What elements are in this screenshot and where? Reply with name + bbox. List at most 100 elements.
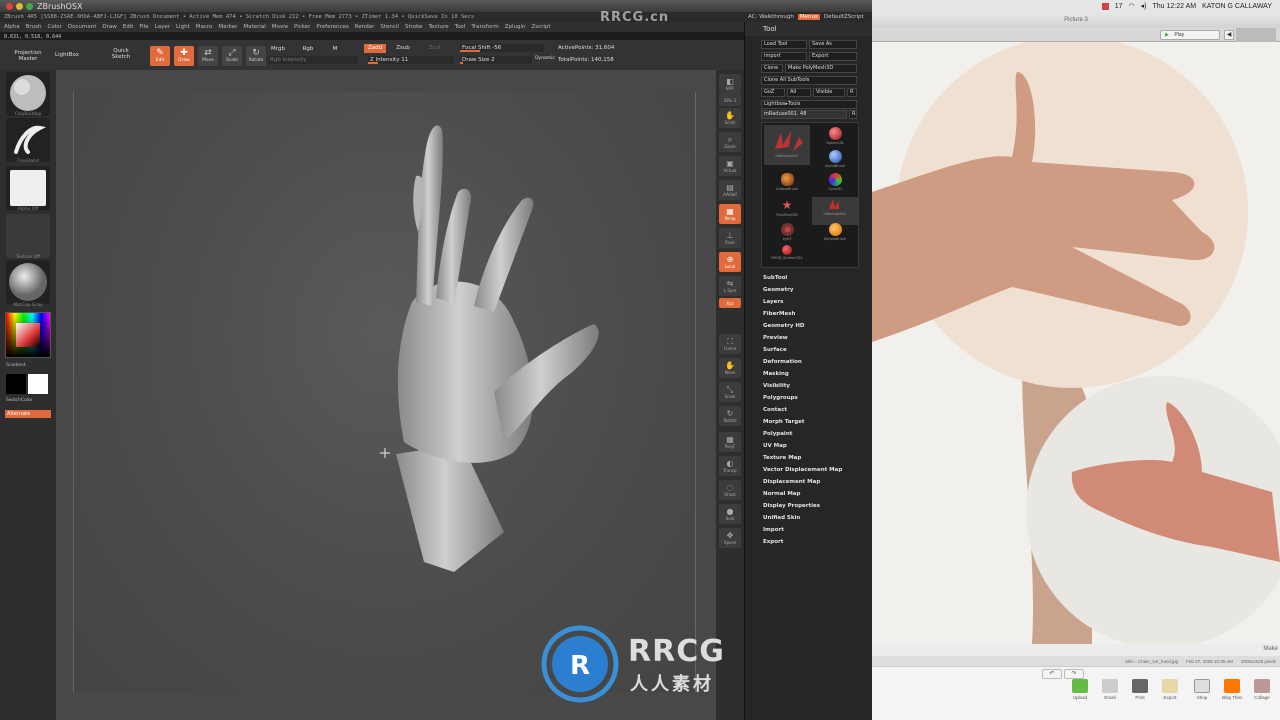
goz-visible-button[interactable]: Visible (813, 88, 845, 97)
default-script-button[interactable]: DefaultZScript (824, 14, 864, 20)
menu-light[interactable]: Light (176, 24, 190, 30)
menu-preferences[interactable]: Preferences (316, 24, 348, 30)
subpalette-export[interactable]: Export (763, 536, 842, 548)
current-tool-slider[interactable]: mRaduse001. 48 (761, 110, 847, 119)
subpalette-layers[interactable]: Layers (763, 296, 842, 308)
quick-sketch-button[interactable]: Quick Sketch (104, 48, 138, 60)
polyf-button[interactable]: ▦ PolyF (719, 432, 741, 452)
primary-color[interactable] (6, 374, 26, 394)
hand-sculpt-model[interactable] (74, 92, 697, 692)
close-window-icon[interactable] (6, 2, 13, 10)
menu-texture[interactable]: Texture (429, 24, 449, 30)
document-area[interactable] (73, 92, 696, 692)
menu-file[interactable]: File (139, 24, 148, 30)
subpalette-morph-target[interactable]: Morph Target (763, 416, 842, 428)
frame-button[interactable]: ⛶ Frame (719, 334, 741, 354)
goz-all-button[interactable]: All (787, 88, 811, 97)
material-selector[interactable] (6, 260, 50, 304)
tool-r-button[interactable]: R (849, 110, 857, 119)
spix-button[interactable]: SPix 3 (719, 94, 741, 106)
transp-button[interactable]: ◐ Transp (719, 456, 741, 476)
tool-thumb-pm3d-sphere[interactable]: PM3D_Sphere3D1 (764, 243, 810, 271)
xpose-button[interactable]: ✥ Xpose (719, 528, 741, 548)
subpalette-import[interactable]: Import (763, 524, 842, 536)
subpalette-texture-map[interactable]: Texture Map (763, 452, 842, 464)
subpalette-display-properties[interactable]: Display Properties (763, 500, 842, 512)
battery-level[interactable]: 17 (1115, 3, 1123, 10)
zbrush-canvas[interactable] (56, 70, 716, 720)
load-tool-button[interactable]: Load Tool (761, 40, 807, 49)
draw-mode-button[interactable]: ✚ Draw (174, 46, 194, 66)
zoom-button[interactable]: ⌕ Zoom (719, 132, 741, 152)
subpalette-polypaint[interactable]: Polypaint (763, 428, 842, 440)
clone-all-subtools-button[interactable]: Clone All SubTools (761, 76, 857, 85)
menu-stencil[interactable]: Stencil (380, 24, 399, 30)
subpalette-deformation[interactable]: Deformation (763, 356, 842, 368)
lightbox-tools-button[interactable]: Lightbox▸Tools (761, 100, 857, 109)
goz-button[interactable]: GoZ (761, 88, 785, 97)
menu-stroke[interactable]: Stroke (405, 24, 423, 30)
dynamic-button[interactable]: Dynamic (534, 56, 556, 61)
clone-button[interactable]: Clone (761, 64, 783, 73)
menu-alpha[interactable]: Alpha (4, 24, 20, 30)
menu-document[interactable]: Document (68, 24, 97, 30)
xyz-button[interactable]: Xyz (719, 298, 741, 308)
local-button[interactable]: ⊕ Local (719, 252, 741, 272)
blog-action[interactable]: Blog This! (1220, 679, 1244, 700)
menu-transform[interactable]: Transform (471, 24, 498, 30)
menubar-user[interactable]: KATON G CALLAWAY (1202, 3, 1272, 10)
preview-titlebar[interactable]: Picture 3 (872, 12, 1280, 28)
rgb-button[interactable]: Rgb (298, 46, 318, 52)
subpalette-preview[interactable]: Preview (763, 332, 842, 344)
subpalette-normal-map[interactable]: Normal Map (763, 488, 842, 500)
menu-tool[interactable]: Tool (455, 24, 466, 30)
rgb-intensity-slider[interactable]: Rgb Intensity (268, 56, 358, 64)
export-action[interactable]: Export (1158, 679, 1182, 700)
app-status-icon[interactable] (1101, 2, 1109, 10)
menu-layer[interactable]: Layer (155, 24, 170, 30)
subpalette-vector-displacement-map[interactable]: Vector Displacement Map (763, 464, 842, 476)
prev-image-icon[interactable]: ◀ (1224, 30, 1234, 40)
goz-r-button[interactable]: R (847, 88, 857, 97)
menu-macro[interactable]: Macro (196, 24, 213, 30)
zsub-button[interactable]: Zsub (392, 45, 414, 51)
make-polymesh-button[interactable]: Make PolyMesh3D (785, 64, 857, 73)
menu-movie[interactable]: Movie (272, 24, 288, 30)
lsym-button[interactable]: ⇋ L.Sym (719, 276, 741, 296)
menu-marker[interactable]: Marker (218, 24, 237, 30)
walkthrough-button[interactable]: AC: Walkthrough (748, 14, 794, 20)
scale-view-button[interactable]: ⤡ Scale (719, 382, 741, 402)
tool-thumb-simplebrush[interactable]: SimpleBrush (812, 221, 858, 249)
rotate-right-icon[interactable]: ↷ (1064, 669, 1084, 679)
zadd-button[interactable]: Zadd (364, 44, 386, 53)
import-tool-button[interactable]: Import (761, 52, 807, 61)
wifi-icon[interactable]: ◠ (1129, 2, 1135, 10)
move-mode-button[interactable]: ⇄ Move (198, 46, 218, 66)
actual-button[interactable]: ▣ Actual (719, 156, 741, 176)
rotate-view-button[interactable]: ↻ Rotate (719, 406, 741, 426)
print-action[interactable]: Print (1128, 679, 1152, 700)
tool-thumb-creasebrush[interactable]: CreaseBrush (764, 171, 810, 199)
tool-palette-header[interactable]: Tool (745, 22, 873, 36)
move-view-button[interactable]: ✋ Move (719, 358, 741, 378)
lightbox-button[interactable]: LightBox (50, 52, 84, 58)
draw-size-slider[interactable]: Draw Size 2 (460, 56, 532, 64)
mrgb-button[interactable]: Mrgb (268, 46, 288, 52)
persp-button[interactable]: ▦ Persp (719, 204, 741, 224)
subpalette-displacement-map[interactable]: Displacement Map (763, 476, 842, 488)
menu-material[interactable]: Material (243, 24, 265, 30)
secondary-color[interactable] (28, 374, 48, 394)
save-as-button[interactable]: Save As (809, 40, 857, 49)
brush-selector[interactable] (6, 72, 50, 116)
floor-button[interactable]: ⊥ Floor (719, 228, 741, 248)
menu-brush[interactable]: Brush (26, 24, 42, 30)
subpalette-geometry-hd[interactable]: Geometry HD (763, 320, 842, 332)
minimize-window-icon[interactable] (16, 2, 23, 10)
subpalette-masking[interactable]: Masking (763, 368, 842, 380)
stroke-selector[interactable] (6, 118, 50, 162)
menu-render[interactable]: Render (355, 24, 375, 30)
switch-color-label[interactable]: SwitchColor (0, 398, 56, 403)
collage-action[interactable]: Collage (1250, 679, 1274, 700)
rotate-left-icon[interactable]: ↶ (1042, 669, 1062, 679)
z-intensity-slider[interactable]: Z Intensity 11 (368, 56, 454, 64)
